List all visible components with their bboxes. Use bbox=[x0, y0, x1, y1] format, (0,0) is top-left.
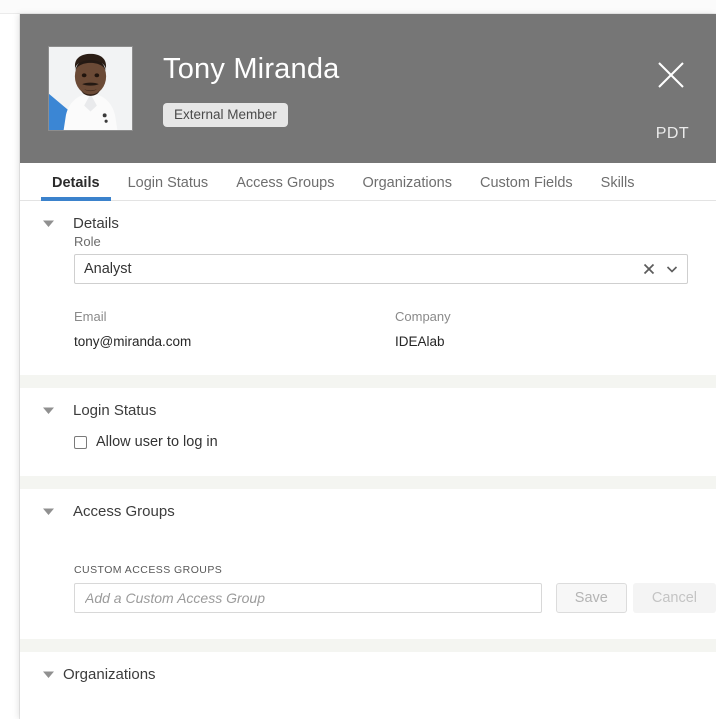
role-label: Role bbox=[74, 234, 101, 249]
user-photo-icon bbox=[49, 47, 132, 130]
page-left-rail bbox=[0, 14, 20, 719]
custom-access-groups-row: Save Cancel bbox=[20, 583, 716, 613]
avatar bbox=[48, 46, 133, 131]
tab-bar: Details Login Status Access Groups Organ… bbox=[20, 163, 716, 201]
caret-down-icon[interactable] bbox=[42, 668, 55, 681]
custom-access-groups-label: CUSTOM ACCESS GROUPS bbox=[74, 564, 223, 576]
details-fields: Email tony@miranda.com Company IDEAlab bbox=[20, 284, 716, 349]
page-title: Tony Miranda bbox=[163, 53, 340, 85]
section-divider-1 bbox=[20, 375, 716, 388]
allow-login-checkbox[interactable] bbox=[74, 435, 87, 449]
company-label: Company bbox=[395, 309, 451, 324]
email-value: tony@miranda.com bbox=[74, 334, 192, 349]
user-profile-modal: Tony Miranda External Member PDT Details… bbox=[20, 14, 716, 719]
caret-down-icon[interactable] bbox=[42, 505, 55, 518]
allow-login-label[interactable]: Allow user to log in bbox=[96, 434, 218, 450]
section-details-header: Details bbox=[20, 201, 716, 232]
section-login-status-title: Login Status bbox=[73, 402, 157, 419]
email-label: Email bbox=[74, 309, 107, 324]
tab-details[interactable]: Details bbox=[38, 175, 114, 201]
section-organizations-header: Organizations bbox=[20, 652, 716, 683]
section-divider-2 bbox=[20, 476, 716, 489]
tab-login-status[interactable]: Login Status bbox=[114, 175, 223, 200]
role-select-value: Analyst bbox=[84, 261, 132, 277]
role-select[interactable]: Analyst bbox=[74, 254, 688, 284]
timezone-label: PDT bbox=[655, 125, 689, 142]
section-login-status-header: Login Status bbox=[20, 388, 716, 419]
section-organizations-title: Organizations bbox=[63, 666, 156, 683]
section-login-status: Login Status Allow user to log in bbox=[20, 388, 716, 450]
header-text: Tony Miranda External Member bbox=[163, 40, 340, 128]
caret-down-icon[interactable] bbox=[42, 217, 55, 230]
page-top-band bbox=[0, 0, 716, 14]
tab-access-groups[interactable]: Access Groups bbox=[222, 175, 348, 200]
section-organizations: Organizations bbox=[20, 652, 716, 683]
section-access-groups-header: Access Groups bbox=[20, 489, 716, 520]
role-select-icons bbox=[642, 255, 679, 283]
section-details-title: Details bbox=[73, 215, 119, 232]
save-button[interactable]: Save bbox=[555, 583, 627, 613]
tab-organizations[interactable]: Organizations bbox=[349, 175, 466, 200]
section-access-groups: Access Groups CUSTOM ACCESS GROUPS Save … bbox=[20, 489, 716, 613]
company-field-group: Company IDEAlab bbox=[395, 309, 716, 349]
close-icon[interactable] bbox=[654, 58, 688, 92]
modal-body: Details Role Analyst Email tony@miranda.… bbox=[20, 201, 716, 683]
modal-header: Tony Miranda External Member PDT bbox=[20, 14, 716, 163]
custom-access-group-input[interactable] bbox=[74, 583, 542, 613]
clear-x-icon[interactable] bbox=[642, 262, 656, 276]
section-divider-3 bbox=[20, 639, 716, 652]
cancel-button[interactable]: Cancel bbox=[632, 583, 716, 613]
status-badge: External Member bbox=[163, 102, 288, 128]
caret-down-icon[interactable] bbox=[42, 404, 55, 417]
section-access-groups-title: Access Groups bbox=[73, 503, 175, 520]
role-select-row: Analyst bbox=[20, 254, 716, 284]
chevron-down-icon[interactable] bbox=[665, 262, 679, 276]
section-details: Details Role Analyst Email tony@miranda.… bbox=[20, 201, 716, 349]
close-icon-glyph bbox=[658, 62, 684, 88]
tab-skills[interactable]: Skills bbox=[587, 175, 649, 200]
email-field-group: Email tony@miranda.com bbox=[74, 309, 395, 349]
company-value: IDEAlab bbox=[395, 334, 445, 349]
tab-custom-fields[interactable]: Custom Fields bbox=[466, 175, 587, 200]
allow-login-row[interactable]: Allow user to log in bbox=[20, 419, 716, 450]
